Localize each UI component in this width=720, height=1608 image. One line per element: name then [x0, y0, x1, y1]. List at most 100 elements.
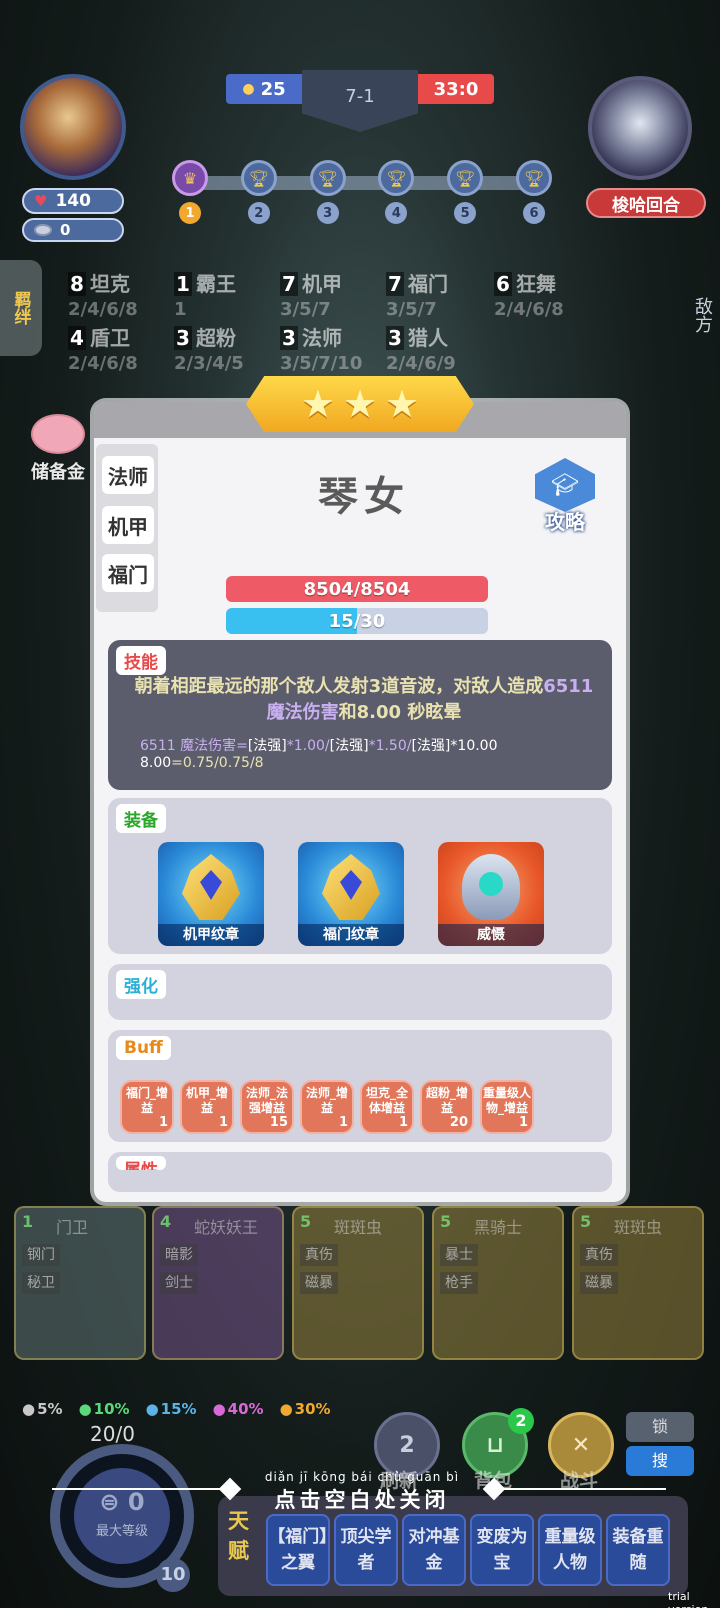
shop-card[interactable]: 4 蛇妖妖王 暗影 剑士: [152, 1206, 284, 1360]
trait-tag[interactable]: 法师: [102, 456, 154, 494]
synergy-count: 3: [174, 326, 192, 350]
guide-button[interactable]: 🎓︎ 攻略: [530, 458, 600, 536]
graduation-cap-icon: 🎓︎: [535, 458, 595, 512]
formula-part: *1.50/: [368, 738, 412, 754]
talent-chip[interactable]: 重量级人物: [538, 1514, 602, 1586]
synergy-thresholds: 3/5/7: [386, 299, 437, 320]
equipment-name: 威慑: [438, 924, 544, 946]
skill-section: 技能 朝着相距最远的那个敌人发射3道音波，对敌人造成6511 魔法伤害和8.00…: [108, 640, 612, 790]
talent-chip[interactable]: 装备重随: [606, 1514, 670, 1586]
search-icon: 搜: [651, 1451, 668, 1470]
talent-chip[interactable]: 【福门】之翼: [266, 1514, 330, 1586]
buff-chip[interactable]: 法师_增益 1: [300, 1080, 354, 1134]
close-hint-line-right: [494, 1488, 666, 1490]
round-number: 2: [247, 202, 270, 224]
synergy-name: 盾卫: [90, 326, 130, 350]
formula-part: [法强]: [329, 738, 369, 754]
mana-bar: 15/30: [226, 608, 488, 634]
enemy-tab[interactable]: 敌方: [684, 280, 720, 350]
buff-chip[interactable]: 法师_法强增益 15: [240, 1080, 294, 1134]
card-name: 斑斑虫: [614, 1218, 663, 1237]
card-cost: 5: [580, 1212, 592, 1231]
close-hint-text: 点击空白处关闭: [274, 1488, 450, 1512]
talent-label: 天赋: [228, 1509, 249, 1563]
skill-description: 朝着相距最远的那个敌人发射3道音波，对敌人造成6511 魔法伤害和8.00 秒眩…: [130, 674, 598, 726]
level-cost-value: 0: [127, 1488, 145, 1516]
score-left: ● 25: [226, 74, 302, 104]
talent-chip[interactable]: 顶尖学者: [334, 1514, 398, 1586]
round-number: 6: [522, 202, 545, 224]
shop-card[interactable]: 5 斑斑虫 真伤 磁暴: [572, 1206, 704, 1360]
lock-shop-button[interactable]: 锁: [626, 1412, 694, 1442]
buff-chip[interactable]: 机甲_增益 1: [180, 1080, 234, 1134]
round-1: ♛ 1: [172, 160, 208, 230]
opponent-label: 梭哈回合: [586, 188, 706, 218]
synergy-thresholds: 3/5/7: [280, 299, 331, 320]
equipment-name: 机甲纹章: [158, 924, 264, 946]
buff-chip[interactable]: 超粉_增益 20: [420, 1080, 474, 1134]
equipment-item[interactable]: 福门纹章: [298, 842, 404, 946]
heart-icon: ♥: [34, 192, 48, 210]
level-up-button[interactable]: ⊜ 0 最大等级 10: [50, 1444, 194, 1592]
talent-chip[interactable]: 变废为宝: [470, 1514, 534, 1586]
synergy-count: 1: [174, 272, 192, 296]
piggy-bank-label: 储备金: [31, 462, 85, 483]
score-right: 33:0: [418, 74, 494, 104]
card-tag: 剑士: [160, 1272, 198, 1294]
trait-tag-column: 法师 机甲 福门: [96, 444, 158, 612]
trait-tag[interactable]: 机甲: [102, 506, 154, 544]
synergy-item: 3 法师 3/5/7/10: [280, 322, 362, 374]
equipment-item[interactable]: 威慑: [438, 842, 544, 946]
synergy-thresholds: 3/5/7/10: [280, 353, 363, 374]
lock-icon: 锁: [651, 1417, 668, 1436]
star-icon: ★: [385, 382, 420, 426]
round-6: 🏆︎ 6: [515, 160, 552, 230]
close-hint[interactable]: diǎn jī kōng bái chù guān bì 点击空白处关闭: [232, 1470, 492, 1514]
synergy-count: 3: [280, 326, 298, 350]
buff-name: 机甲_增益: [185, 1086, 228, 1115]
card-cost: 5: [300, 1212, 312, 1231]
card-name: 蛇妖妖王: [194, 1218, 259, 1237]
buff-chip[interactable]: 重量级人物_增益 1: [480, 1080, 534, 1134]
synergy-name: 猎人: [408, 326, 448, 350]
skill-desc-part: 朝着相距最远的那个敌人发射3道音波，对敌人造成: [134, 676, 544, 697]
shop-odds: 5% 10% 15% 40% 30%: [22, 1400, 330, 1418]
trait-tag[interactable]: 福门: [102, 554, 154, 592]
shop-card[interactable]: 1 门卫 钢门 秘卫: [14, 1206, 146, 1360]
buff-chip[interactable]: 福门_增益 1: [120, 1080, 174, 1134]
talent-chip[interactable]: 对冲基金: [402, 1514, 466, 1586]
round-trophies: ♛ 1 🏆︎ 2 🏆︎ 3 🏆︎ 4 🏆︎ 5 🏆︎ 6: [172, 160, 552, 230]
search-button[interactable]: 搜: [626, 1446, 694, 1476]
synergy-thresholds: 2/3/4/5: [174, 353, 244, 374]
buff-name: 法师_增益: [305, 1086, 348, 1115]
card-tag: 磁暴: [300, 1272, 338, 1294]
buff-level: 1: [518, 1115, 528, 1130]
close-hint-line-left: [52, 1488, 232, 1490]
synergy-thresholds: 1: [174, 299, 187, 320]
level-cost: ⊜ 0: [74, 1488, 170, 1516]
synergy-name: 法师: [302, 326, 342, 350]
synergy-tab[interactable]: 羁绊: [0, 260, 42, 356]
equipment-title: 装备: [116, 804, 166, 833]
coin-icon: ⊜: [99, 1488, 120, 1516]
synergy-name: 超粉: [196, 326, 236, 350]
odds-tier-2: 10%: [79, 1400, 130, 1418]
buff-name: 法师_法强增益: [245, 1086, 288, 1115]
synergy-thresholds: 2/4/6/8: [68, 353, 138, 374]
player-avatar[interactable]: [20, 74, 126, 180]
synergy-count: 6: [494, 272, 512, 296]
buff-level: 1: [158, 1115, 168, 1130]
synergy-thresholds: 2/4/6/8: [68, 299, 138, 320]
level-inner: ⊜ 0 最大等级: [74, 1468, 170, 1564]
refresh-cost: 2: [399, 1432, 415, 1458]
shop-card[interactable]: 5 黑骑士 暴士 枪手: [432, 1206, 564, 1360]
close-hint-pinyin: diǎn jī kōng bái chù guān bì: [264, 1470, 460, 1484]
equipment-item[interactable]: 机甲纹章: [158, 842, 264, 946]
hero-detail-modal: 法师 机甲 福门 琴女 🎓︎ 攻略 8504/8504 15/30 技能 朝着相…: [94, 402, 626, 1202]
opponent-avatar[interactable]: [588, 76, 692, 180]
shop-card[interactable]: 5 斑斑虫 真伤 磁暴: [292, 1206, 424, 1360]
piggy-bank-button[interactable]: 储备金: [16, 414, 100, 484]
synergy-item: 3 超粉 2/3/4/5: [174, 322, 244, 374]
score-left-value: 25: [260, 78, 286, 100]
buff-chip[interactable]: 坦克_全体增益 1: [360, 1080, 414, 1134]
